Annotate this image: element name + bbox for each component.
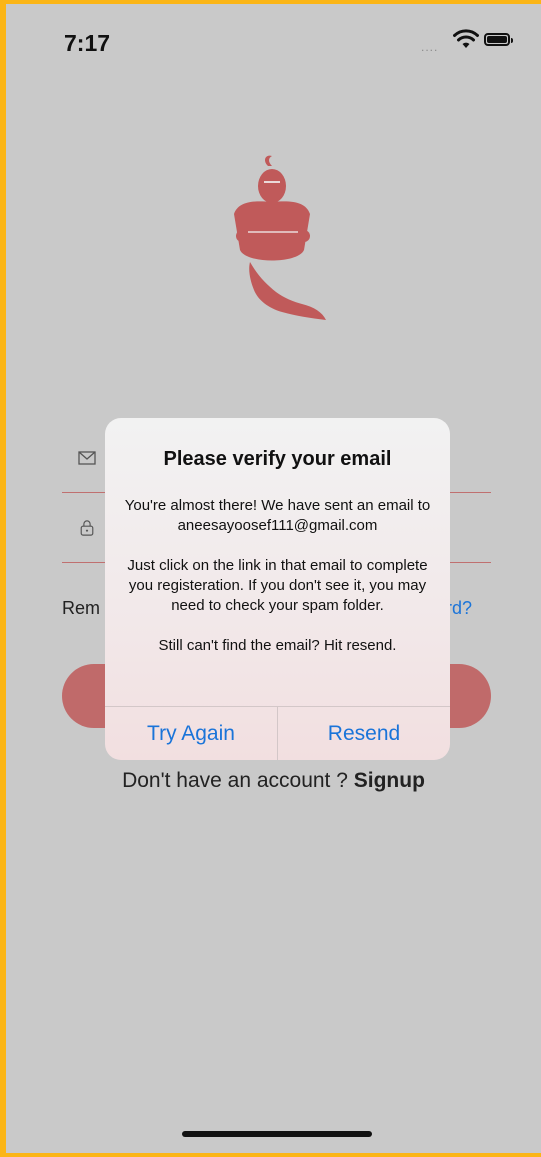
status-time: 7:17 [64,30,111,56]
lock-icon [80,520,94,536]
verify-email-alert: Please verify your email You're almost t… [105,418,450,760]
genie-logo [234,155,326,320]
alert-title: Please verify your email [163,448,392,470]
alert-actions: Try Again Resend [105,706,450,760]
resend-button[interactable]: Resend [277,707,450,760]
try-again-button[interactable]: Try Again [105,707,277,760]
envelope-icon [78,451,96,465]
app-screen: 7:17 .... Rem ord? Don't have an account… [6,4,541,1153]
signup-link[interactable]: Signup [354,769,425,792]
wifi-icon [453,29,479,48]
alert-message: You're almost there! We have sent an ema… [124,497,431,654]
device-frame: 7:17 .... Rem ord? Don't have an account… [0,0,541,1157]
signup-prompt: Don't have an account ? [122,769,354,792]
battery-icon [484,33,513,46]
home-indicator[interactable] [182,1131,372,1137]
status-bar: 7:17 .... [6,4,541,74]
signup-row: Don't have an account ? Signup [6,769,541,793]
remember-me-label[interactable]: Rem [62,598,100,619]
signal-icon: .... [421,40,439,54]
